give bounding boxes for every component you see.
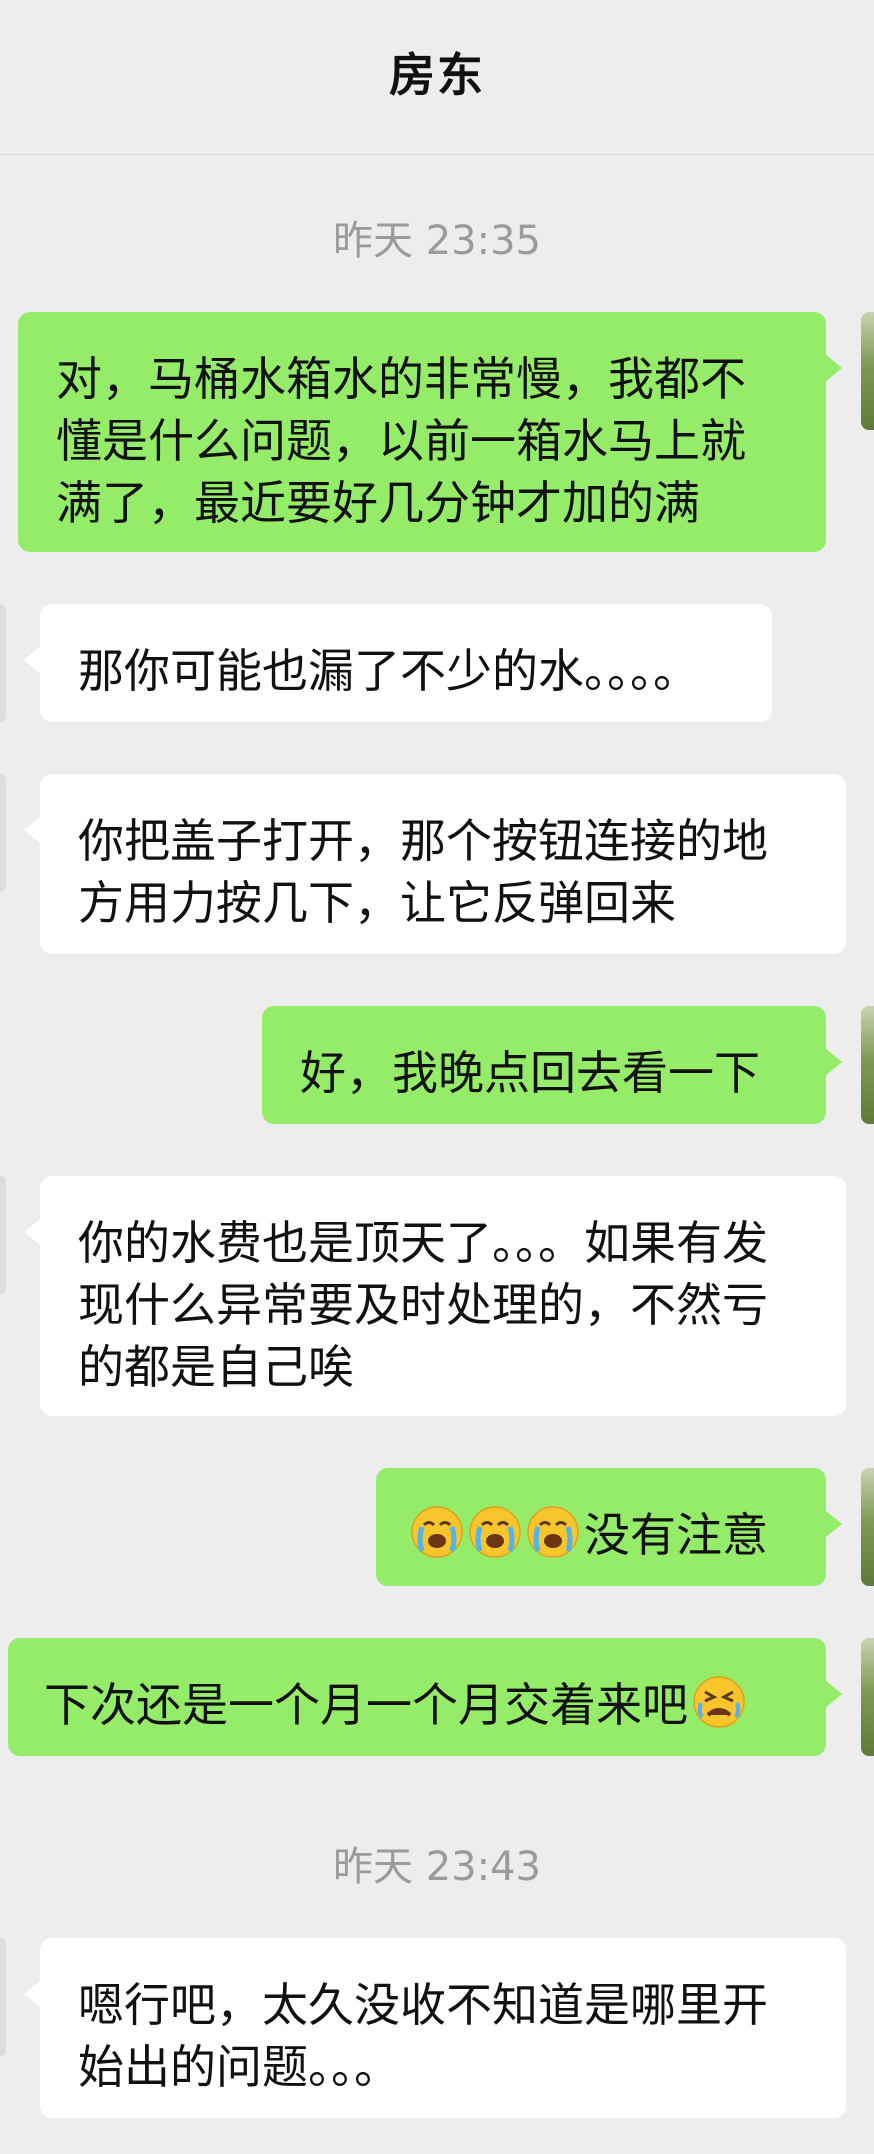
message-bubble-outgoing[interactable]: 好，我晚点回去看一下 [262, 1006, 842, 1124]
message-bubble-outgoing[interactable]: 没有注意 [376, 1468, 842, 1586]
message-bubble-outgoing[interactable]: 下次还是一个月一个月交着来吧 [8, 1638, 842, 1756]
timestamp: 昨天 23:43 [333, 1844, 541, 1890]
chat-header: 房东 [0, 0, 874, 155]
landlord-avatar[interactable] [0, 1176, 6, 1294]
message-bubble-incoming[interactable]: 你的水费也是顶天了。。。如果有发现什么异常要及时处理的，不然亏的都是自己唉 [24, 1176, 846, 1416]
my-avatar[interactable] [861, 1006, 874, 1124]
message-bubble-incoming[interactable]: 那你可能也漏了不少的水。。。。 [24, 604, 772, 722]
message-text: 你把盖子打开，那个按钮连接的地方用力按几下，让它反弹回来 [78, 814, 768, 930]
message-text: 好，我晚点回去看一下 [300, 1046, 760, 1100]
tired-face-icon [692, 1675, 746, 1729]
message-bubble-outgoing[interactable]: 对，马桶水箱水的非常慢，我都不懂是什么问题，以前一箱水马上就满了，最近要好几分钟… [18, 312, 842, 552]
landlord-avatar[interactable] [0, 774, 6, 892]
my-avatar[interactable] [861, 1638, 874, 1756]
message-text: 嗯行吧，太久没收不知道是哪里开始出的问题。。。 [78, 1978, 768, 2094]
message-bubble-incoming[interactable]: 嗯行吧，太久没收不知道是哪里开始出的问题。。。 [24, 1938, 846, 2118]
crying-face-icon [526, 1505, 580, 1559]
message-text: 那你可能也漏了不少的水。。。。 [78, 644, 699, 698]
landlord-avatar[interactable] [0, 1938, 6, 2056]
message-bubble-incoming[interactable]: 你把盖子打开，那个按钮连接的地方用力按几下，让它反弹回来 [24, 774, 846, 954]
message-text: 没有注意 [584, 1508, 768, 1562]
my-avatar[interactable] [861, 1468, 874, 1586]
message-text: 下次还是一个月一个月交着来吧 [44, 1678, 688, 1732]
message-text: 你的水费也是顶天了。。。如果有发现什么异常要及时处理的，不然亏的都是自己唉 [78, 1216, 768, 1394]
message-text: 对，马桶水箱水的非常慢，我都不懂是什么问题，以前一箱水马上就满了，最近要好几分钟… [56, 352, 746, 530]
crying-face-icon [410, 1505, 464, 1559]
crying-face-icon [468, 1505, 522, 1559]
chat-title: 房东 [389, 48, 485, 102]
landlord-avatar[interactable] [0, 604, 6, 722]
timestamp: 昨天 23:35 [333, 218, 541, 264]
my-avatar[interactable] [861, 312, 874, 430]
